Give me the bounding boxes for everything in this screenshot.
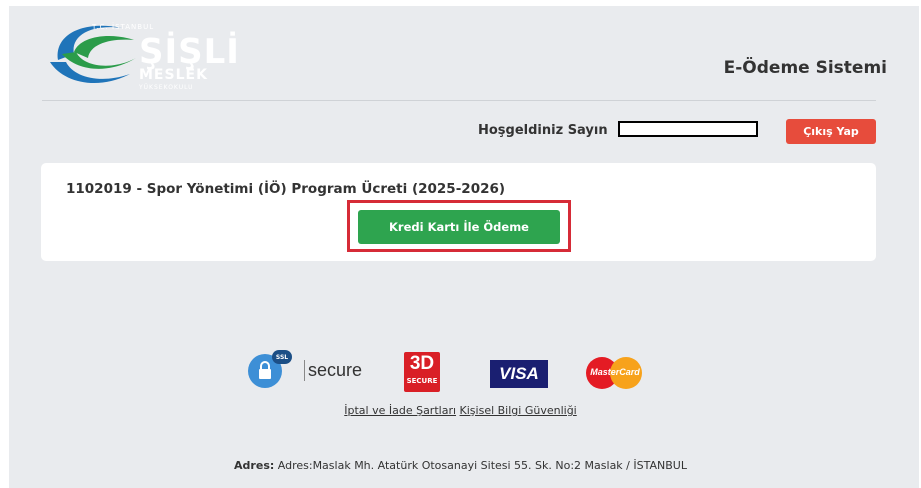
logout-button[interactable]: Çıkış Yap [786, 119, 876, 144]
credit-card-pay-button[interactable]: Kredi Kartı İle Ödeme [358, 210, 560, 244]
logo-meslek-text: MESLEK [139, 67, 208, 83]
payment-badges: SSL secure 3D SECURE VISA MasterCard [248, 346, 648, 396]
footer-address: Adres: Adres:Maslak Mh. Atatürk Otosanay… [0, 459, 921, 472]
pay-button-highlight: Kredi Kartı İle Ödeme [347, 200, 571, 252]
system-title: E-Ödeme Sistemi [723, 58, 887, 78]
logo-tc-text: T.C. İSTANBUL [92, 23, 155, 31]
ssl-tag: SSL [272, 350, 292, 364]
address-text: Adres:Maslak Mh. Atatürk Otosanayi Sites… [277, 459, 687, 472]
3d-text: 3D [409, 353, 435, 374]
payment-card: 1102019 - Spor Yönetimi (İÖ) Program Ücr… [41, 163, 876, 261]
footer-links: İptal ve İade Şartları Kişisel Bilgi Güv… [0, 404, 921, 417]
3d-secure-text: SECURE [406, 377, 438, 385]
privacy-link[interactable]: Kişisel Bilgi Güvenliği [460, 404, 577, 417]
logo-name-text: ŞİŞLİ [139, 32, 240, 72]
sisli-logo: T.C. İSTANBUL ŞİŞLİ MESLEK YÜKSEKOKULU [44, 14, 239, 92]
mastercard-logo: MasterCard [584, 357, 646, 389]
3d-secure-badge: 3D SECURE [404, 352, 440, 392]
cancel-refund-link[interactable]: İptal ve İade Şartları [344, 404, 456, 417]
address-label: Adres: [234, 459, 275, 472]
user-name-redacted [618, 121, 758, 137]
mastercard-text: MasterCard [590, 367, 640, 377]
secure-label: secure [304, 360, 362, 381]
payment-title: 1102019 - Spor Yönetimi (İÖ) Program Ücr… [66, 181, 506, 197]
welcome-text: Hoşgeldiniz Sayın [478, 123, 608, 138]
logo-yuksekokulu-text: YÜKSEKOKULU [139, 84, 194, 91]
header-divider [42, 100, 876, 101]
visa-logo: VISA [490, 360, 548, 388]
